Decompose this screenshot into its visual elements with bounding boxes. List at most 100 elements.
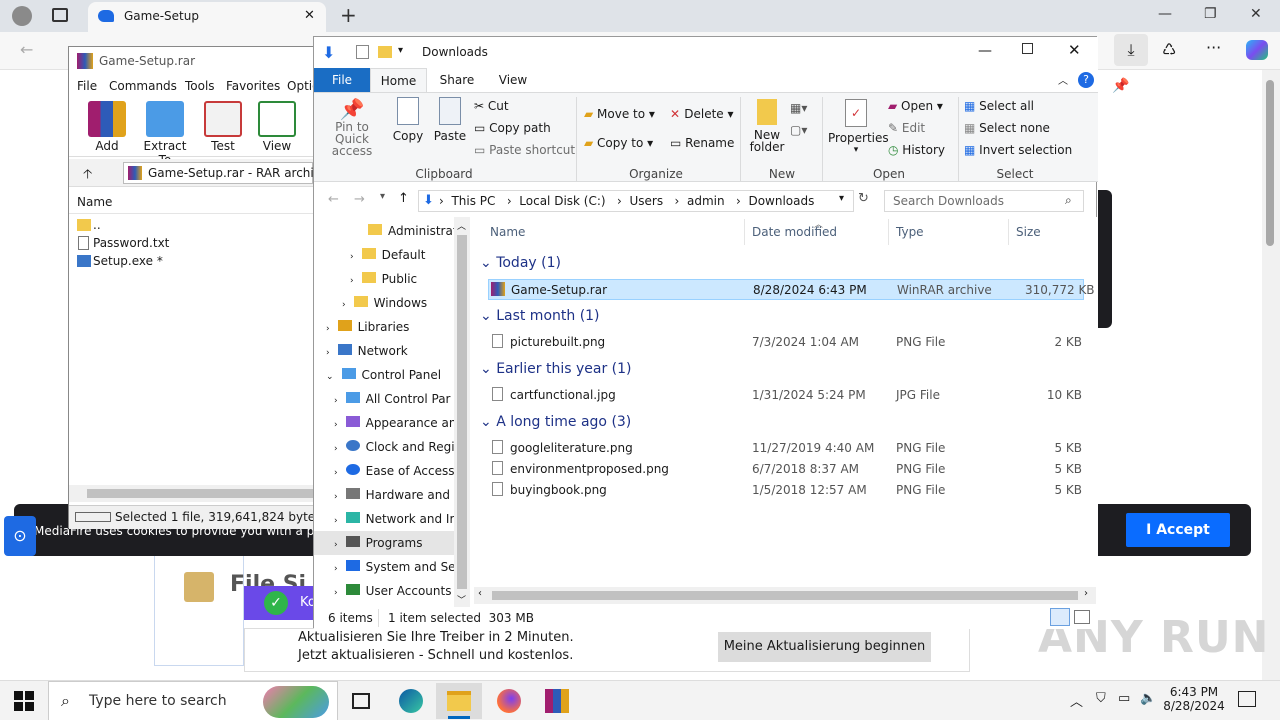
add-button[interactable]: Add <box>81 101 133 153</box>
tab-actions-icon[interactable] <box>52 8 68 22</box>
nav-item-appearance[interactable]: › Appearance an <box>334 411 454 435</box>
recent-locations-icon[interactable]: ▾ <box>380 191 385 202</box>
copy-path-button[interactable]: ▭ Copy path <box>474 121 551 135</box>
menu-favorites[interactable]: Favorites <box>226 79 280 93</box>
forward-icon[interactable]: → <box>354 192 365 207</box>
back-icon[interactable]: ← <box>328 192 339 207</box>
group-header-long-time-ago[interactable]: ⌄ A long time ago (3) <box>480 414 631 430</box>
pin-quick-access-button[interactable]: 📌 Pin to Quick access <box>320 97 384 157</box>
security-tray-icon[interactable]: ⛉ <box>1096 691 1106 706</box>
task-view-button[interactable] <box>338 683 384 719</box>
list-item[interactable]: Setup.exe * <box>75 253 313 271</box>
archive-path-field[interactable]: Game-Setup.rar - RAR archive, <box>123 162 332 184</box>
tab-view[interactable]: View <box>486 68 540 92</box>
winrar-hscroll-thumb[interactable] <box>87 489 313 498</box>
profile-icon[interactable] <box>12 6 32 26</box>
restore-button[interactable]: ❐ <box>1204 6 1217 22</box>
history-button[interactable]: ◷ History <box>888 143 945 157</box>
minimize-button[interactable]: — <box>1158 6 1172 22</box>
properties-button[interactable]: ✓ Properties ▾ <box>828 99 889 155</box>
refresh-icon[interactable]: ↻ <box>858 191 869 206</box>
back-icon[interactable]: ← <box>20 40 33 59</box>
table-row[interactable]: environmentproposed.png 6/7/2018 8:37 AM… <box>488 459 1084 480</box>
nav-item-programs[interactable]: › Programs <box>314 531 454 555</box>
more-menu-button[interactable]: ··· <box>1206 38 1221 57</box>
extract-to-button[interactable]: Extract To <box>139 101 191 167</box>
nav-item-ease-of-access[interactable]: › Ease of Access <box>334 459 454 483</box>
breadcrumb-this-pc[interactable]: This PC <box>451 194 495 208</box>
breadcrumb-admin[interactable]: admin <box>687 194 725 208</box>
group-header-earlier-this-year[interactable]: ⌄ Earlier this year (1) <box>480 361 631 377</box>
list-item[interactable]: .. <box>75 217 313 235</box>
tab-share[interactable]: Share <box>430 68 484 92</box>
open-button[interactable]: ▰ Open ▾ <box>888 99 943 113</box>
column-date-modified[interactable]: Date modified <box>752 225 837 239</box>
new-folder-button[interactable]: New folder <box>746 99 788 153</box>
paste-shortcut-button[interactable]: ▭ Paste shortcut <box>474 143 575 157</box>
ad-start-button[interactable]: Meine Aktualisierung beginnen <box>718 632 931 662</box>
scroll-left-icon[interactable]: ‹ <box>478 588 482 599</box>
up-arrow-icon[interactable]: 🡡 <box>83 165 92 187</box>
menu-commands[interactable]: Commands <box>109 79 177 93</box>
cut-button[interactable]: ✂ Cut <box>474 99 509 113</box>
new-tab-button[interactable]: + <box>340 3 357 27</box>
browser-tab[interactable]: Game-Setup ✕ <box>88 2 326 32</box>
select-none-button[interactable]: ▦ Select none <box>964 121 1050 135</box>
column-name[interactable]: Name <box>490 225 525 239</box>
breadcrumb-downloads[interactable]: Downloads <box>748 194 814 208</box>
nav-item-administrator[interactable]: Administrat <box>368 219 454 243</box>
address-dropdown-icon[interactable]: ▾ <box>839 193 844 204</box>
taskbar-winrar[interactable] <box>534 683 580 719</box>
content-hscroll-thumb[interactable] <box>492 591 1078 600</box>
nav-item-clock-region[interactable]: › Clock and Regi <box>334 435 454 459</box>
copy-to-button[interactable]: ▰ Copy to ▾ <box>584 136 653 150</box>
nav-scrollbar[interactable]: ︿ ﹀ <box>454 217 470 607</box>
properties-quick-icon[interactable] <box>356 45 369 59</box>
invert-selection-button[interactable]: ▦ Invert selection <box>964 143 1072 157</box>
view-button[interactable]: View <box>251 101 303 153</box>
select-all-button[interactable]: ▦ Select all <box>964 99 1034 113</box>
explorer-minimize-button[interactable]: — <box>978 43 992 59</box>
address-bar[interactable]: ⬇ › This PC › Local Disk (C:) › Users › … <box>418 190 854 212</box>
table-row[interactable]: buyingbook.png 1/5/2018 12:57 AM PNG Fil… <box>488 480 1084 501</box>
taskbar-search[interactable]: ⌕ Type here to search <box>48 681 338 720</box>
delete-button[interactable]: ✕ Delete ▾ <box>670 107 734 121</box>
breadcrumb-local-disk[interactable]: Local Disk (C:) <box>519 194 605 208</box>
quick-access-dropdown-icon[interactable]: ▾ <box>398 45 403 56</box>
nav-item-system-security[interactable]: › System and Sec <box>334 555 454 579</box>
nav-item-control-panel[interactable]: ⌄ Control Panel <box>326 363 454 387</box>
rename-button[interactable]: ▭ Rename <box>670 136 734 150</box>
close-button[interactable]: ✕ <box>1250 6 1262 22</box>
close-tab-icon[interactable]: ✕ <box>304 8 315 23</box>
taskbar-firefox[interactable] <box>486 683 532 719</box>
winrar-hscroll[interactable] <box>69 485 315 502</box>
nav-item-windows[interactable]: › Windows <box>342 291 454 315</box>
taskbar-edge[interactable] <box>388 683 434 719</box>
floating-badge-icon[interactable]: ⊙ <box>4 516 36 556</box>
tab-file[interactable]: File <box>314 68 370 92</box>
folder-quick-icon[interactable] <box>378 46 392 58</box>
group-header-last-month[interactable]: ⌄ Last month (1) <box>480 308 600 324</box>
paste-button[interactable]: Paste <box>432 97 468 143</box>
search-input[interactable]: Search Downloads ⌕ <box>884 190 1084 212</box>
column-size[interactable]: Size <box>1016 225 1041 239</box>
up-icon[interactable]: ↑ <box>398 191 409 206</box>
network-tray-icon[interactable]: ▭ <box>1118 691 1130 706</box>
menu-tools[interactable]: Tools <box>185 79 215 93</box>
move-to-button[interactable]: ▰ Move to ▾ <box>584 107 655 121</box>
explorer-close-button[interactable]: ✕ <box>1068 41 1081 59</box>
table-row[interactable]: picturebuilt.png 7/3/2024 1:04 AM PNG Fi… <box>488 332 1084 353</box>
easy-access-icon[interactable]: ▢▾ <box>790 123 807 137</box>
copilot-icon[interactable] <box>1246 40 1268 60</box>
downloads-icon[interactable]: ⤓ <box>1114 34 1148 66</box>
start-button[interactable] <box>14 691 34 711</box>
test-button[interactable]: Test <box>197 101 249 153</box>
ad-check-banner[interactable]: ✓ Ko <box>244 586 318 620</box>
scroll-up-icon[interactable]: ︿ <box>457 219 466 232</box>
taskbar-file-explorer[interactable] <box>436 683 482 719</box>
show-hidden-icons[interactable]: ︿ <box>1070 691 1083 710</box>
nav-scroll-thumb[interactable] <box>457 235 467 589</box>
menu-file[interactable]: File <box>77 79 97 93</box>
explorer-maximize-button[interactable] <box>1022 43 1033 54</box>
table-row[interactable]: googleliterature.png 11/27/2019 4:40 AM … <box>488 438 1084 459</box>
